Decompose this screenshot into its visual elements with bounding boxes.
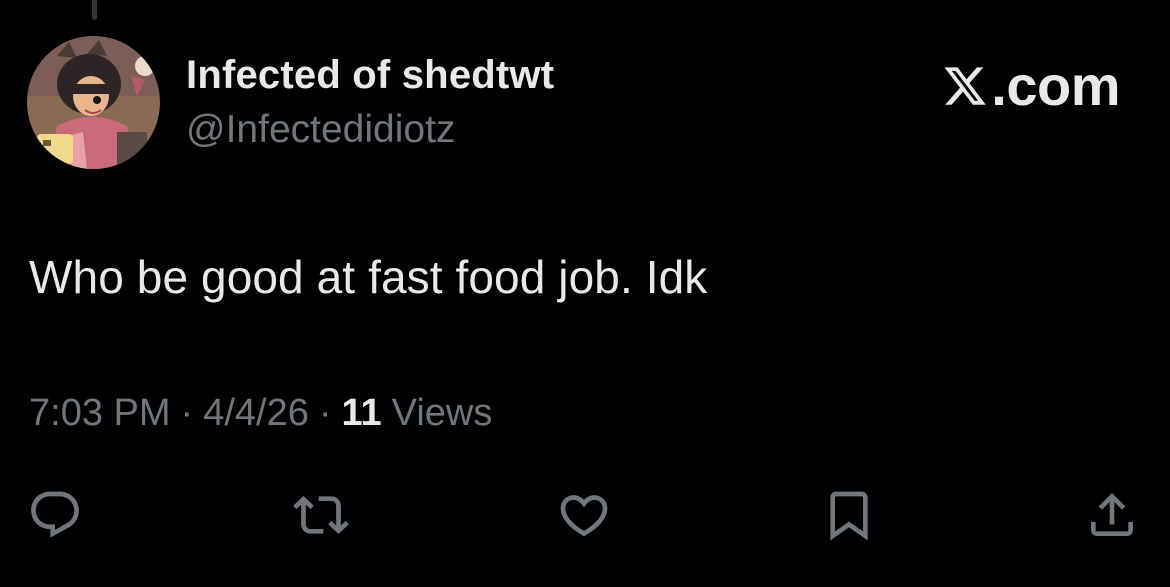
tweet-text: Who be good at fast food job. Idk: [29, 251, 708, 303]
share-button[interactable]: [1083, 488, 1141, 542]
bookmark-icon: [830, 491, 868, 541]
meta-separator: ·: [180, 392, 194, 434]
like-button[interactable]: [555, 488, 613, 542]
tweet-date[interactable]: 4/4/26: [203, 392, 309, 435]
meta-separator: ·: [318, 392, 332, 434]
share-upload-icon: [1091, 493, 1133, 536]
tweet-time[interactable]: 7:03 PM: [29, 392, 171, 435]
x-brand-mark: .com: [941, 56, 1120, 116]
author-handle[interactable]: @Infectedidiotz: [186, 108, 455, 152]
views-count[interactable]: 11: [342, 392, 382, 435]
retweet-button[interactable]: [292, 488, 350, 542]
views-label[interactable]: Views: [392, 392, 493, 435]
x-logo-icon: [944, 67, 987, 105]
avatar[interactable]: [27, 36, 160, 169]
heart-icon: [560, 495, 608, 537]
brand-domain-text: .com: [991, 54, 1120, 117]
retweet-arrows-icon: [293, 496, 349, 534]
author-display-name[interactable]: Infected of shedtwt: [186, 53, 554, 98]
tweet-metadata: 7:03 PM · 4/4/26 · 11 Views: [29, 392, 492, 435]
reply-button[interactable]: [26, 488, 84, 542]
thread-connector-line: [92, 0, 97, 20]
bookmark-button[interactable]: [820, 488, 878, 542]
reply-bubble-icon: [31, 491, 79, 538]
avatar-image: [27, 36, 160, 169]
